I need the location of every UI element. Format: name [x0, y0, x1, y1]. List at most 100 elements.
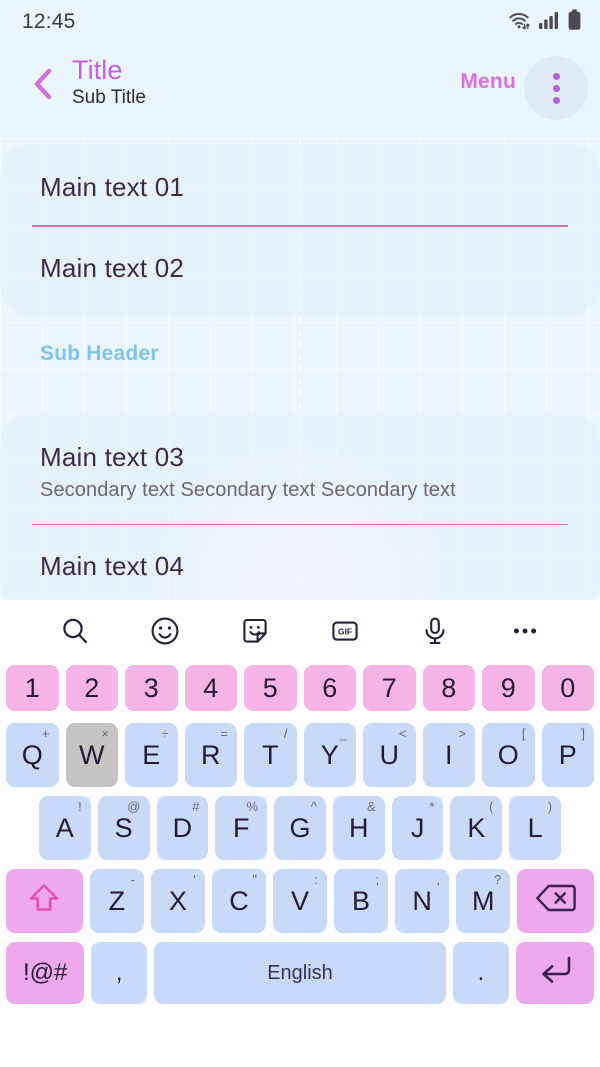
key-t-label: T — [262, 739, 279, 770]
key-4[interactable]: 4 — [184, 665, 237, 711]
list-card-two: Main text 03 Secondary text Secondary te… — [0, 413, 600, 600]
search-icon[interactable] — [52, 608, 98, 654]
status-icons — [507, 9, 582, 36]
chevron-left-icon — [30, 67, 56, 106]
key-m[interactable]: ? M — [456, 869, 511, 933]
key-6[interactable]: 6 — [303, 665, 356, 711]
key-j-label: J — [410, 812, 425, 843]
wifi-icon — [507, 9, 531, 36]
page-title: Title — [72, 55, 123, 85]
key-q[interactable]: + Q — [6, 723, 59, 787]
key-9[interactable]: 9 — [482, 665, 535, 711]
list-item[interactable]: Main text 02 — [0, 227, 600, 306]
sticker-icon[interactable] — [232, 608, 278, 654]
key-t[interactable]: / T — [244, 723, 297, 787]
backspace-key[interactable] — [517, 869, 594, 933]
key-a[interactable]: ! A — [38, 796, 91, 860]
key-b[interactable]: ; B — [334, 869, 389, 933]
key-k[interactable]: (K — [450, 796, 503, 860]
status-bar: 12:45 — [0, 0, 600, 44]
key-p-alt: ] — [581, 726, 585, 741]
microphone-icon[interactable] — [412, 608, 458, 654]
enter-key-icon — [535, 953, 575, 994]
overflow-menu-icon — [552, 72, 560, 104]
key-s-alt: @ — [127, 799, 141, 814]
comma-key[interactable]: , — [91, 942, 147, 1004]
key-h[interactable]: & H — [332, 796, 385, 860]
key-g-alt: ^ — [310, 799, 317, 814]
key-w-alt: × — [101, 726, 109, 741]
key-3[interactable]: 3 — [125, 665, 178, 711]
emoji-icon[interactable] — [142, 608, 188, 654]
sub-header: Sub Header — [40, 341, 159, 365]
key-p[interactable]: ] P — [541, 723, 594, 787]
key-c-alt: " — [252, 872, 257, 887]
key-k-alt: ( — [488, 799, 494, 814]
key-n[interactable]: ,N — [395, 869, 450, 933]
content-area[interactable]: Main text 01 Main text 02 Sub Header Mai… — [0, 138, 600, 600]
list-item[interactable]: Main text 01 — [0, 146, 600, 225]
list-item[interactable]: Main text 03 Secondary text Secondary te… — [0, 416, 600, 524]
key-h-alt: & — [367, 799, 376, 814]
key-i[interactable]: > I — [422, 723, 475, 787]
key-5[interactable]: 5 — [244, 665, 297, 711]
key-j[interactable]: * J — [391, 796, 444, 860]
key-8[interactable]: 8 — [422, 665, 475, 711]
key-r[interactable]: = R — [184, 723, 237, 787]
key-b-alt: ; — [375, 872, 380, 887]
key-o[interactable]: [O — [482, 723, 535, 787]
key-l[interactable]: ) L — [509, 796, 562, 860]
key-v[interactable]: :V — [272, 869, 328, 933]
key-g[interactable]: ^ G — [274, 796, 326, 860]
key-z-alt: - — [130, 872, 135, 887]
key-2[interactable]: 2 — [65, 665, 118, 711]
key-i-alt: > — [458, 726, 466, 741]
key-g-label: G — [289, 812, 311, 843]
shift-arrow-icon — [26, 880, 62, 923]
symbols-key[interactable]: !@# — [6, 942, 85, 1004]
menu-button[interactable]: Menu — [460, 70, 516, 94]
key-u[interactable]: < U — [363, 723, 416, 787]
key-p-label: P — [558, 739, 577, 770]
key-y-label: Y — [320, 739, 339, 770]
key-s-label: S — [114, 812, 133, 843]
key-q-label: Q — [21, 739, 43, 770]
key-f[interactable]: % F — [215, 796, 268, 860]
key-z[interactable]: -Z — [89, 869, 144, 933]
key-a-alt: ! — [78, 799, 82, 814]
key-w[interactable]: × W — [65, 723, 118, 787]
key-u-alt: < — [398, 726, 407, 741]
key-d[interactable]: # D — [156, 796, 209, 860]
overflow-menu-button[interactable] — [524, 56, 588, 120]
key-0[interactable]: 0 — [541, 665, 594, 711]
shift-key[interactable] — [6, 869, 83, 933]
back-button[interactable] — [18, 58, 68, 114]
key-o-label: O — [497, 739, 519, 770]
key-n-alt: , — [436, 872, 441, 887]
key-h-label: H — [349, 812, 369, 843]
key-w-label: W — [79, 739, 105, 770]
key-s[interactable]: @ S — [97, 796, 150, 860]
battery-icon — [567, 9, 582, 36]
keyboard-toolbar: GIF — [0, 600, 600, 662]
key-y[interactable]: _ Y — [303, 723, 356, 787]
list-item-main-text: Main text 02 — [40, 252, 185, 283]
key-7[interactable]: 7 — [363, 665, 416, 711]
enter-key[interactable] — [515, 942, 595, 1004]
key-b-label: B — [352, 885, 371, 916]
period-key[interactable]: . — [453, 942, 509, 1004]
key-e[interactable]: ÷ E — [125, 723, 178, 787]
list-card-one: Main text 01 Main text 02 — [0, 144, 600, 316]
list-item[interactable]: Main text 04 — [0, 525, 600, 600]
more-options-icon[interactable] — [502, 608, 548, 654]
key-o-alt: [ — [521, 726, 526, 741]
keyboard-row-home: ! A @ S # D % F ^ G & H * J (K ) L — [0, 796, 600, 860]
gif-icon[interactable]: GIF — [322, 608, 368, 654]
key-v-alt: : — [314, 872, 319, 887]
signal-icon — [538, 10, 560, 35]
space-key[interactable]: English — [153, 942, 447, 1004]
app-bar-titles: Title Sub Title — [72, 55, 146, 111]
key-1[interactable]: 1 — [6, 665, 59, 711]
key-c[interactable]: " C — [211, 869, 266, 933]
key-x[interactable]: ' X — [150, 869, 205, 933]
